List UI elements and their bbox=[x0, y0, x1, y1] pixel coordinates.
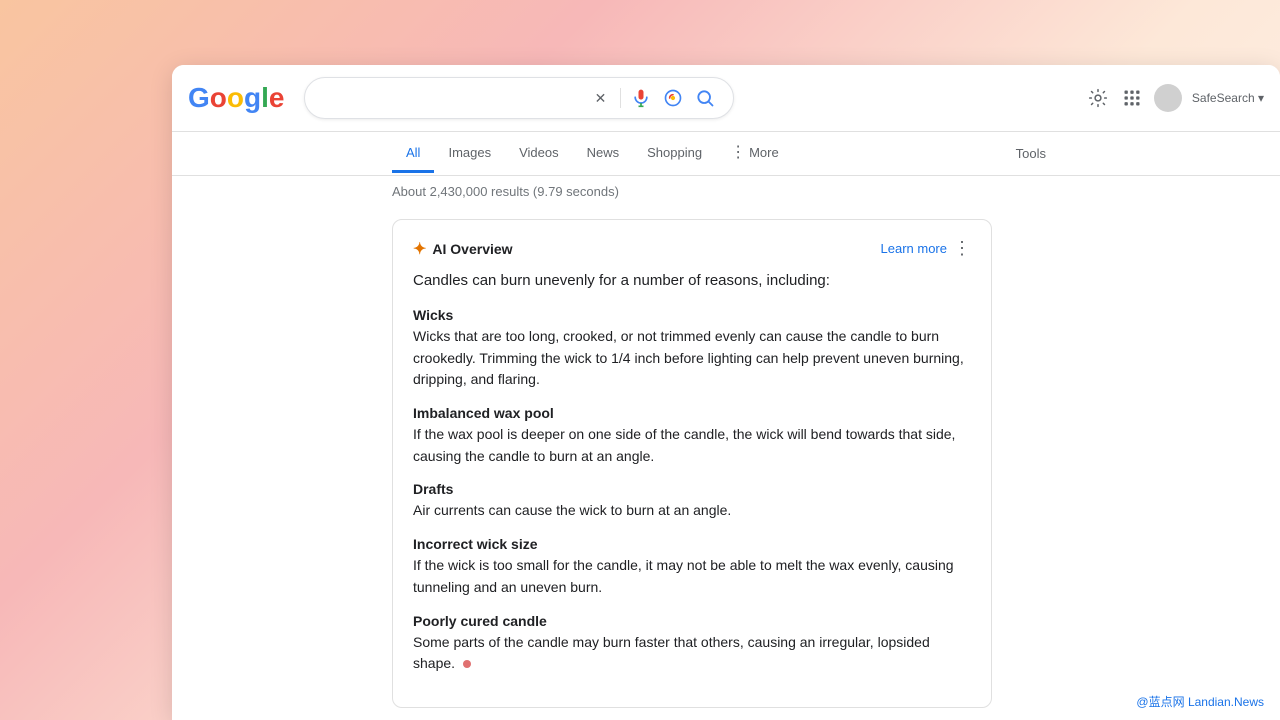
ai-overview-card: ✦ AI Overview Learn more ⋮ Candles can b… bbox=[392, 219, 992, 708]
ai-intro-text: Candles can burn unevenly for a number o… bbox=[413, 272, 830, 289]
tab-images[interactable]: Images bbox=[434, 135, 505, 173]
ai-overview-title: AI Overview bbox=[432, 241, 512, 257]
tab-shopping[interactable]: Shopping bbox=[633, 135, 716, 173]
reason-wicks: Wicks Wicks that are too long, crooked, … bbox=[413, 307, 971, 391]
more-dots-icon: ⋮ bbox=[730, 142, 746, 162]
reason-wicks-desc: Wicks that are too long, crooked, or not… bbox=[413, 326, 971, 391]
reason-poorly-cured: Poorly cured candle Some parts of the ca… bbox=[413, 613, 971, 675]
reason-wax-pool-desc: If the wax pool is deeper on one side of… bbox=[413, 424, 971, 467]
learn-more-link[interactable]: Learn more bbox=[881, 241, 947, 256]
reason-poorly-cured-text: Some parts of the candle may burn faster… bbox=[413, 634, 930, 672]
avatar[interactable] bbox=[1154, 84, 1182, 112]
reason-drafts-title: Drafts bbox=[413, 481, 971, 497]
divider bbox=[620, 88, 621, 108]
tab-videos[interactable]: Videos bbox=[505, 135, 573, 173]
tab-news[interactable]: News bbox=[573, 135, 634, 173]
mic-icon[interactable] bbox=[629, 86, 653, 110]
reason-poorly-cured-title: Poorly cured candle bbox=[413, 613, 971, 629]
ai-badge: ✦ AI Overview bbox=[413, 239, 513, 259]
ai-intro: Candles can burn unevenly for a number o… bbox=[413, 269, 971, 293]
clear-icon[interactable]: ✕ bbox=[588, 86, 612, 110]
ai-overview-header: ✦ AI Overview Learn more ⋮ bbox=[413, 238, 971, 259]
reason-wax-pool: Imbalanced wax pool If the wax pool is d… bbox=[413, 405, 971, 467]
tab-more[interactable]: ⋮ More bbox=[716, 132, 793, 175]
more-label: More bbox=[749, 145, 779, 160]
nav-bar: All Images Videos News Shopping ⋮ More T… bbox=[172, 132, 1280, 176]
browser-window: Google why does my candle burn unevenly … bbox=[172, 65, 1280, 720]
ai-header-right: Learn more ⋮ bbox=[881, 238, 971, 259]
reason-wax-pool-title: Imbalanced wax pool bbox=[413, 405, 971, 421]
reason-wick-size-desc: If the wick is too small for the candle,… bbox=[413, 555, 971, 598]
settings-icon[interactable] bbox=[1086, 86, 1110, 110]
lens-icon[interactable] bbox=[661, 86, 685, 110]
search-submit-icon[interactable] bbox=[693, 86, 717, 110]
reason-drafts-desc: Air currents can cause the wick to burn … bbox=[413, 500, 971, 522]
google-logo[interactable]: Google bbox=[188, 82, 284, 114]
search-input[interactable]: why does my candle burn unevenly bbox=[321, 90, 580, 107]
reason-poorly-cured-desc: Some parts of the candle may burn faster… bbox=[413, 632, 971, 675]
header: Google why does my candle burn unevenly … bbox=[172, 65, 1280, 132]
tools-button[interactable]: Tools bbox=[1002, 136, 1060, 171]
main-content: ✦ AI Overview Learn more ⋮ Candles can b… bbox=[172, 207, 1280, 720]
footer-watermark: @蓝点网 Landian.News bbox=[1136, 693, 1264, 710]
reason-wicks-title: Wicks bbox=[413, 307, 971, 323]
ai-more-options-icon[interactable]: ⋮ bbox=[953, 238, 971, 259]
reason-wick-size: Incorrect wick size If the wick is too s… bbox=[413, 536, 971, 598]
header-right: SafeSearch ▾ bbox=[1086, 84, 1264, 112]
results-info: About 2,430,000 results (9.79 seconds) bbox=[172, 176, 1280, 207]
search-bar[interactable]: why does my candle burn unevenly ✕ bbox=[304, 77, 734, 119]
grid-icon[interactable] bbox=[1120, 86, 1144, 110]
reason-drafts: Drafts Air currents can cause the wick t… bbox=[413, 481, 971, 522]
tab-all[interactable]: All bbox=[392, 135, 434, 173]
search-bar-icons: ✕ bbox=[588, 86, 717, 110]
poorly-cured-dot-icon bbox=[463, 660, 471, 668]
reason-wick-size-title: Incorrect wick size bbox=[413, 536, 971, 552]
sparkle-icon: ✦ bbox=[413, 239, 426, 259]
safesearch-label[interactable]: SafeSearch ▾ bbox=[1192, 91, 1264, 105]
